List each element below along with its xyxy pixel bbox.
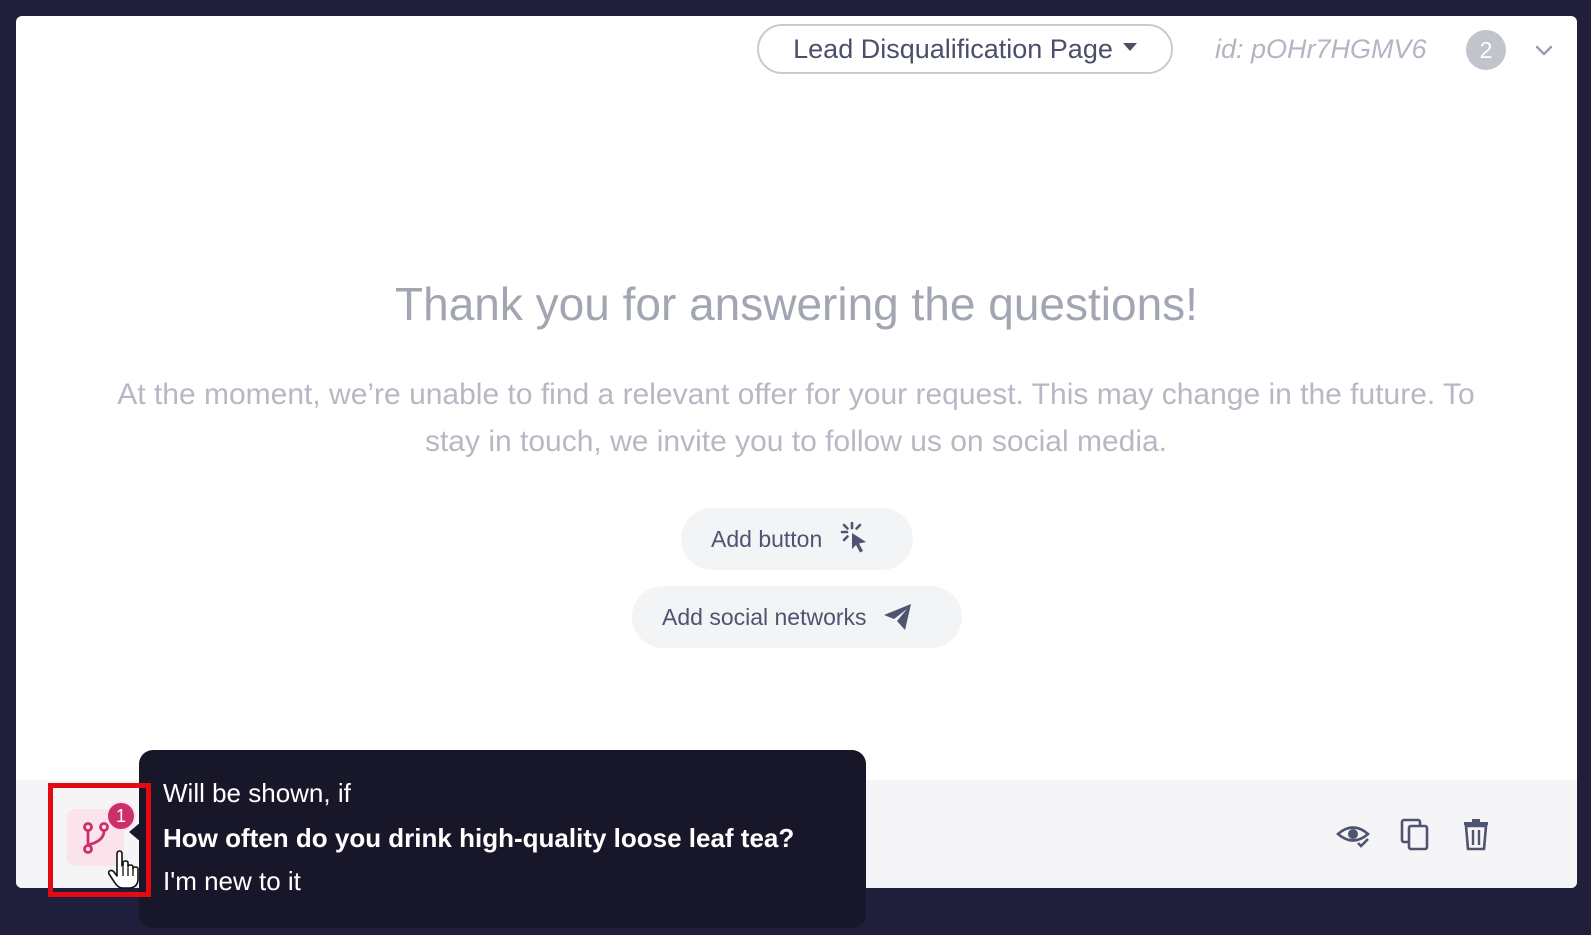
tooltip-heading: Will be shown, if [163,778,351,808]
chevron-down-icon[interactable] [1532,38,1556,62]
visibility-icon[interactable] [1336,817,1370,851]
add-social-networks-button[interactable]: Add social networks [632,586,962,648]
page-id: id: pOHr7HGMV6 [1215,34,1427,64]
page-title: Thank you for answering the questions! [395,278,1198,330]
tooltip-answer: I'm new to it [163,866,301,896]
page-type-dropdown[interactable]: Lead Disqualification Page [757,24,1173,74]
page-type-label: Lead Disqualification Page [793,33,1113,64]
pointer-click-icon [840,521,867,553]
caret-down-icon [1122,43,1137,51]
page-number-badge: 2 [1466,30,1506,70]
add-button-button[interactable]: Add button [681,508,913,570]
add-social-networks-label: Add social networks [662,603,867,630]
copy-icon[interactable] [1398,817,1432,851]
add-button-label: Add button [711,525,823,552]
tooltip-arrow [129,822,141,842]
tooltip-question: How often do you drink high-quality loos… [163,823,795,853]
page-subtitle: At the moment, we’re unable to find a re… [117,378,1475,458]
condition-tooltip: Will be shown, if How often do you drink… [129,750,866,928]
hand-cursor-icon [107,850,139,889]
delete-icon[interactable] [1459,817,1493,851]
send-icon [883,604,911,630]
